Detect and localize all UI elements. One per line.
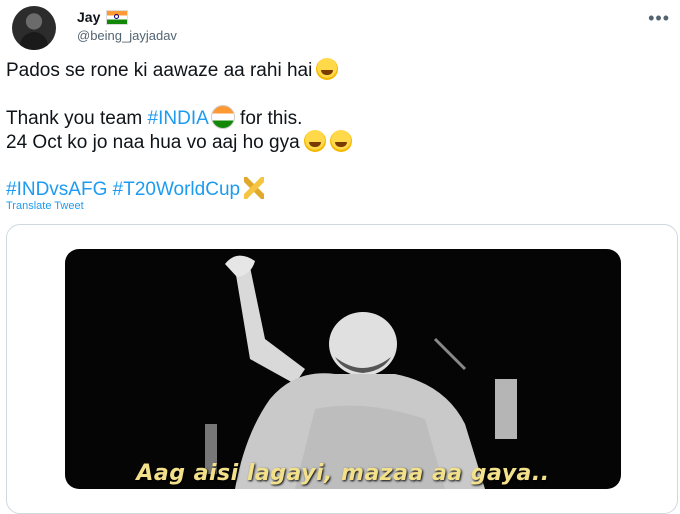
tweet-hashtags: #INDvsAFG #T20WorldCup — [6, 177, 666, 201]
folded-hands-emoji-icon — [244, 177, 265, 199]
meme-image[interactable]: Aag aisi lagayi, mazaa aa gaya.. — [65, 249, 621, 489]
media-card[interactable]: Aag aisi lagayi, mazaa aa gaya.. — [6, 224, 678, 514]
india-flag-emoji-icon — [210, 105, 235, 129]
translate-tweet-link[interactable]: Translate Tweet — [6, 200, 84, 212]
avatar[interactable] — [12, 6, 56, 50]
tweet-line-1-text: Pados se rone ki aawaze aa rahi hai — [6, 60, 313, 81]
hashtag-indvsafg[interactable]: #INDvsAFG — [6, 179, 107, 200]
tweet-line-2-suffix: for this. — [234, 108, 303, 129]
author-name-row: Jay — [77, 9, 129, 25]
rofl-emoji-icon — [316, 58, 339, 80]
hashtag-t20worldcup[interactable]: #T20WorldCup — [113, 179, 240, 200]
more-dots-icon[interactable]: ••• — [648, 8, 670, 29]
india-flag-icon — [106, 9, 129, 25]
hashtag-india[interactable]: #INDIA — [148, 108, 209, 129]
tweet-text: Pados se rone ki aawaze aa rahi hai Than… — [6, 58, 666, 201]
author-handle[interactable]: @being_jayjadav — [77, 28, 177, 43]
tweet-line-2-prefix: Thank you team — [6, 108, 148, 129]
rofl-emoji-icon — [303, 130, 326, 152]
singer-illustration — [205, 255, 517, 489]
tweet-line-3-text: 24 Oct ko jo naa hua vo aaj ho gya — [6, 132, 300, 153]
rofl-emoji-icon — [329, 130, 352, 152]
tweet-line-1: Pados se rone ki aawaze aa rahi hai — [6, 58, 666, 82]
tweet-line-2: Thank you team #INDIA for this. — [6, 105, 666, 130]
meme-caption: Aag aisi lagayi, mazaa aa gaya.. — [136, 461, 550, 486]
author-display-name[interactable]: Jay — [77, 9, 100, 25]
tweet-line-3: 24 Oct ko jo naa hua vo aaj ho gya — [6, 130, 666, 154]
